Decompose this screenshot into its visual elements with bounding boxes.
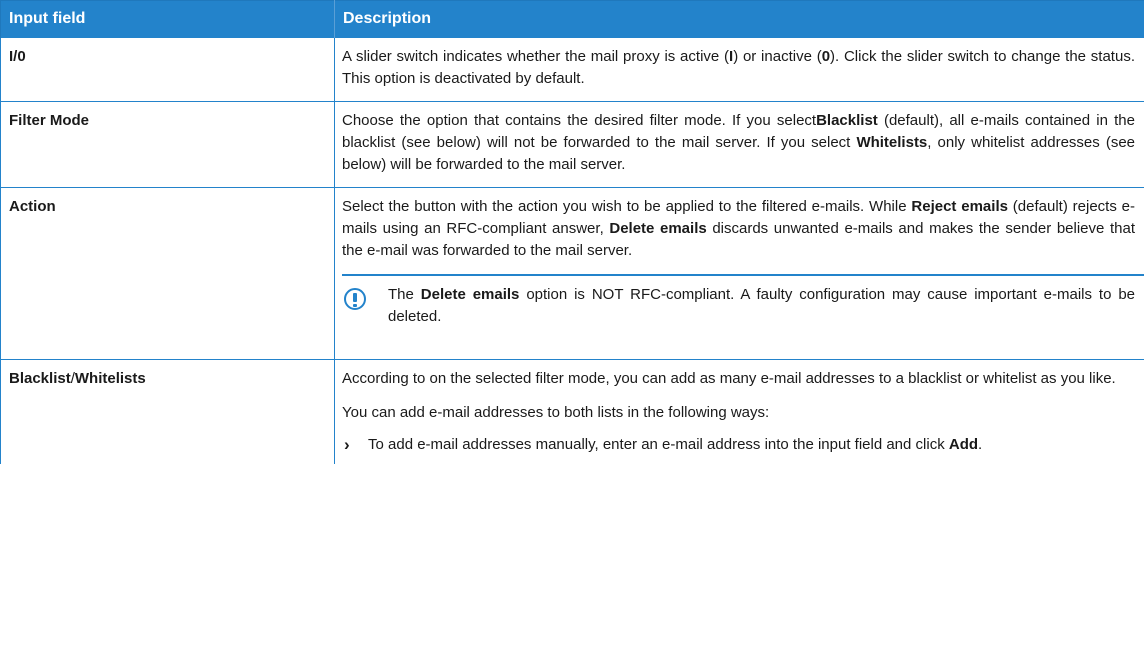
table-row-action: Action Select the button with the action… bbox=[0, 187, 1144, 360]
info-exclamation-icon bbox=[344, 288, 366, 310]
chevron-right-icon: › bbox=[344, 435, 350, 454]
column-header-input-field: Input field bbox=[0, 0, 335, 38]
field-description: Select the button with the action you wi… bbox=[334, 187, 1144, 360]
table-row-i0: I/0 A slider switch indicates whether th… bbox=[0, 37, 1144, 102]
field-description: Choose the option that contains the desi… bbox=[334, 101, 1144, 188]
input-field-table: Input field Description I/0 A slider swi… bbox=[0, 0, 1144, 464]
table-row-filter-mode: Filter Mode Choose the option that conta… bbox=[0, 101, 1144, 188]
field-name: Filter Mode bbox=[0, 101, 335, 188]
field-description: A slider switch indicates whether the ma… bbox=[334, 37, 1144, 102]
field-description: According to on the selected filter mode… bbox=[334, 359, 1144, 464]
column-header-description: Description bbox=[334, 0, 1144, 38]
note-text: The Delete emails option is NOT RFC-comp… bbox=[388, 286, 1136, 325]
field-name: Action bbox=[0, 187, 335, 360]
note-box: The Delete emails option is NOT RFC-comp… bbox=[342, 274, 1144, 336]
field-name: Blacklist/Whitelists bbox=[0, 359, 335, 464]
paragraph: According to on the selected filter mode… bbox=[342, 370, 1116, 387]
paragraph: You can add e-mail addresses to both lis… bbox=[342, 404, 770, 421]
table-row-blacklist-whitelists: Blacklist/Whitelists According to on the… bbox=[0, 359, 1144, 464]
field-name: I/0 bbox=[0, 37, 335, 102]
list-item: › To add e-mail addresses manually, ente… bbox=[344, 435, 983, 454]
table-header-row: Input field Description bbox=[0, 0, 1144, 38]
